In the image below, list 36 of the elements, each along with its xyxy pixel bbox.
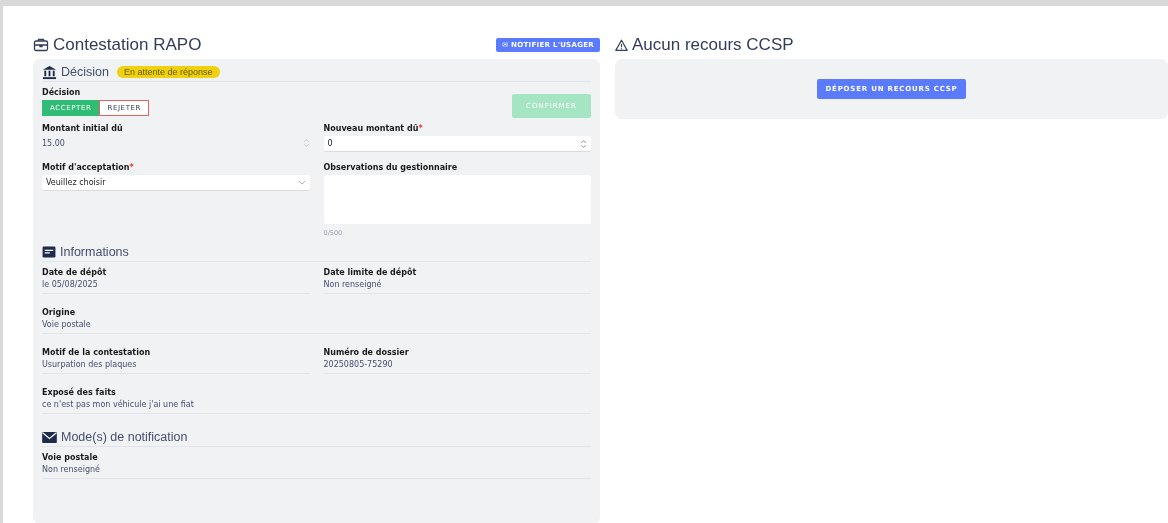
field-label: Observations du gestionnaire <box>323 163 459 172</box>
field-label: Exposé des faits <box>42 388 117 397</box>
amount-input[interactable]: 0 <box>323 136 591 152</box>
field-label: Origine <box>42 308 77 317</box>
section-title: Décision <box>61 65 109 79</box>
spinner-icon <box>302 138 310 148</box>
bank-icon <box>42 64 57 80</box>
field-label: Date limite de dépôt <box>323 268 418 277</box>
section-heading: Aucun recours CCSP <box>632 35 794 55</box>
field-value: Non renseigné <box>323 280 383 289</box>
reason-select[interactable]: Veuillez choisir <box>42 175 310 191</box>
field-label: Motif d'acceptation* <box>42 163 135 172</box>
envelope-icon <box>42 431 57 443</box>
page-title: Contestation RAPO <box>53 35 202 55</box>
amount-field: 15.00 <box>42 136 310 150</box>
field-label: Motif de la contestation <box>42 348 152 357</box>
status-badge: En attente de réponse <box>116 66 220 78</box>
field-value: Usurpation des plaques <box>42 360 138 369</box>
section-title: Informations <box>60 245 129 259</box>
warning-icon <box>615 38 628 52</box>
field-label: Numéro de dossier <box>323 348 410 357</box>
field-value: Non renseigné <box>42 465 101 474</box>
field-value: Voie postale <box>42 320 92 329</box>
field-value: 20250805-75290 <box>323 360 394 369</box>
spinner-icon[interactable] <box>580 138 587 149</box>
field-label: Voie postale <box>42 453 99 462</box>
field-value: ce n'est pas mon véhicule j'ai une fiat <box>42 400 195 409</box>
field-value: le 05/08/2025 <box>42 280 99 289</box>
message-icon <box>42 246 56 258</box>
field-label: Décision <box>42 88 82 97</box>
field-label: Nouveau montant dû* <box>323 124 424 133</box>
section-title: Mode(s) de notification <box>61 430 188 444</box>
field-label: Montant initial dû <box>42 124 124 133</box>
chevron-down-icon <box>297 180 306 185</box>
briefcase-icon <box>33 37 49 53</box>
field-label: Date de dépôt <box>42 268 108 277</box>
